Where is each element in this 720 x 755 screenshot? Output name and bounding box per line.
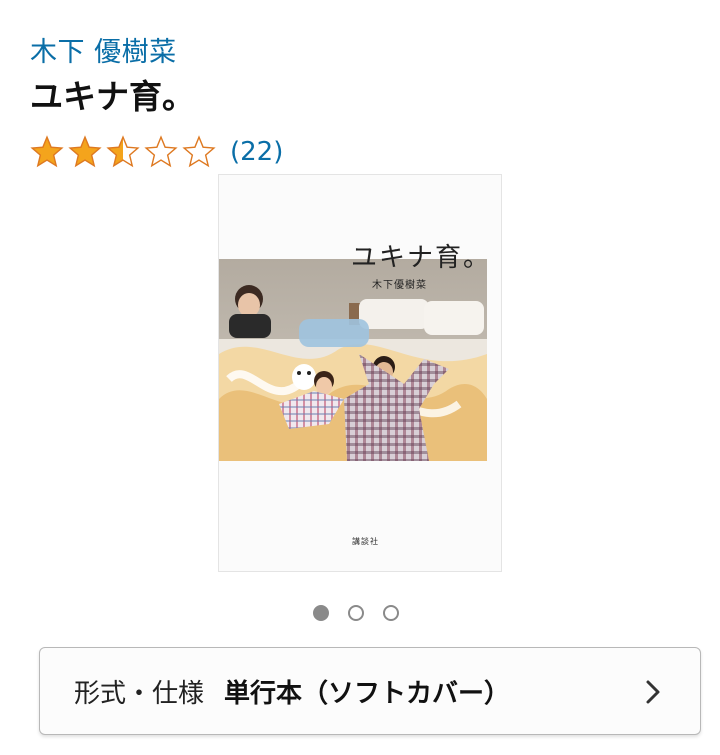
carousel-dot[interactable] [348, 605, 364, 621]
chevron-right-icon [646, 680, 660, 704]
rating-row[interactable]: (22) [30, 132, 283, 172]
star-rating[interactable] [30, 135, 216, 169]
cover-author: 木下優樹菜 [372, 280, 427, 291]
product-title: ユキナ育。 [30, 77, 195, 116]
rating-count-link[interactable]: (22) [230, 137, 283, 167]
format-selector-button[interactable]: 形式・仕様 単行本（ソフトカバー） [39, 647, 701, 735]
star-half-icon [106, 135, 140, 168]
cover-title: ユキナ育。 [351, 243, 492, 273]
cover-publisher: 講談社 [352, 537, 379, 546]
carousel-dot-active[interactable] [313, 605, 329, 621]
format-value: 単行本（ソフトカバー） [224, 678, 511, 709]
format-label: 形式・仕様 [74, 678, 205, 709]
product-image[interactable]: ユキナ育。 木下優樹菜 講談社 [219, 175, 501, 571]
carousel-indicator [313, 605, 399, 621]
carousel-dot[interactable] [383, 605, 399, 621]
author-link[interactable]: 木下 優樹菜 [30, 30, 177, 69]
cover-photo [219, 259, 487, 461]
star-full-icon [68, 135, 102, 168]
star-full-icon [30, 135, 64, 168]
star-empty-icon [144, 135, 178, 168]
star-empty-icon [182, 135, 216, 168]
